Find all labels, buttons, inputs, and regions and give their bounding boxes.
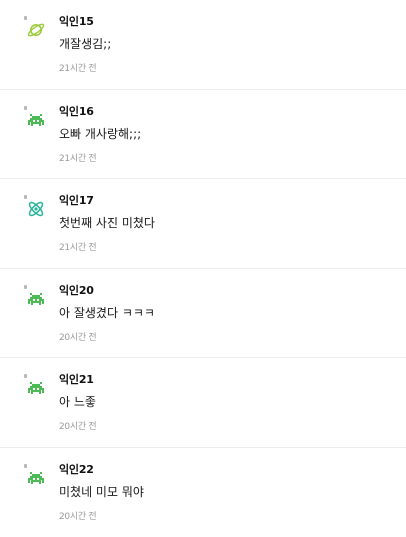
comment-item: 익인16 오빠 개사랑해;;; 21시간 전 [0,90,406,180]
comment-author[interactable]: 익인22 [59,461,94,477]
comment-item: 익인20 아 잘생겼다 ㅋㅋㅋ 20시간 전 [0,269,406,359]
comment-item: 익인21 아 느좋 20시간 전 [0,358,406,448]
comment-text: 개잘생김;; [59,35,111,52]
comment-item: 익인15 개잘생김;; 21시간 전 [0,0,406,90]
comment-text: 미쳤네 미모 뭐야 [59,483,144,500]
space-invader-icon[interactable] [26,110,46,130]
comment-text: 아 잘생겼다 ㅋㅋㅋ [59,304,155,321]
comment-time: 21시간 전 [59,61,96,74]
comment-author[interactable]: 익인16 [59,103,94,119]
comment-item: 익인22 미쳤네 미모 뭐야 20시간 전 [0,448,406,537]
comment-author[interactable]: 익인20 [59,282,94,298]
comment-item: 익인17 첫번째 사진 미쳤다 21시간 전 [0,179,406,269]
space-invader-icon[interactable] [26,378,46,398]
comment-list: 익인15 개잘생김;; 21시간 전 익인16 오빠 개사랑해; [0,0,406,537]
comment-text: 첫번째 사진 미쳤다 [59,214,155,231]
comment-author[interactable]: 익인21 [59,371,94,387]
comment-author[interactable]: 익인15 [59,13,94,29]
comment-time: 20시간 전 [59,330,96,343]
comment-time: 21시간 전 [59,240,96,253]
space-invader-icon[interactable] [26,468,46,488]
comment-time: 20시간 전 [59,419,96,432]
planet-icon[interactable] [26,20,46,40]
comment-time: 21시간 전 [59,151,96,164]
atom-icon[interactable] [26,199,46,219]
space-invader-icon[interactable] [26,289,46,309]
comment-time: 20시간 전 [59,509,96,522]
comment-text: 아 느좋 [59,393,96,410]
comment-text: 오빠 개사랑해;;; [59,125,141,142]
comment-author[interactable]: 익인17 [59,192,94,208]
